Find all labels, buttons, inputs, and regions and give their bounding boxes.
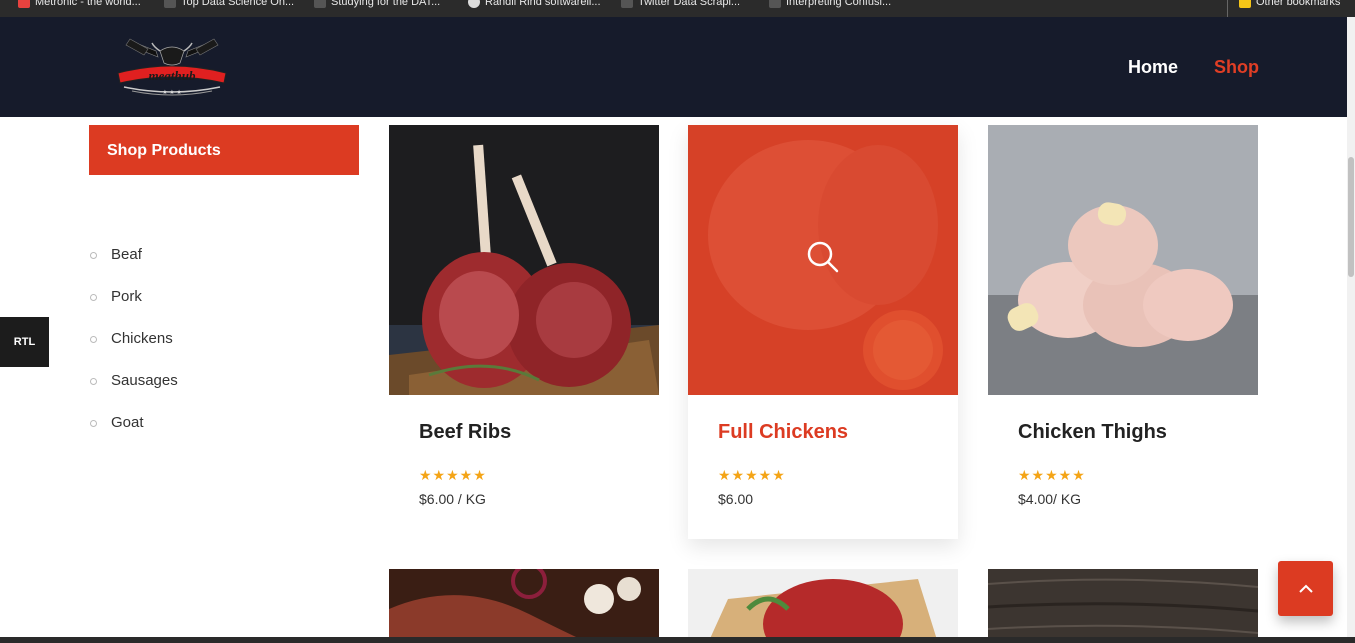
scrollbar-thumb[interactable] bbox=[1348, 157, 1354, 277]
bookmark-icon bbox=[164, 0, 176, 8]
category-list: Beaf Pork Chickens Sausages Goat bbox=[89, 246, 178, 456]
search-icon[interactable] bbox=[806, 240, 840, 274]
nav-home[interactable]: Home bbox=[1128, 57, 1178, 78]
beef-ribs-image[interactable] bbox=[389, 125, 659, 395]
svg-text:★ ★ ★: ★ ★ ★ bbox=[162, 89, 181, 96]
bookmark-icon bbox=[621, 0, 633, 8]
category-item-beaf[interactable]: Beaf bbox=[89, 246, 178, 288]
beef-cut-image[interactable] bbox=[688, 569, 958, 643]
bullet-icon bbox=[90, 336, 97, 343]
product-card[interactable]: Full Chickens ★★★★★ $6.00 bbox=[688, 125, 958, 539]
chevron-up-icon bbox=[1298, 584, 1313, 593]
product-name[interactable]: Beef Ribs bbox=[419, 421, 511, 444]
scroll-to-top-button[interactable] bbox=[1278, 561, 1333, 616]
rating-stars: ★★★★★ bbox=[419, 467, 487, 483]
category-item-goat[interactable]: Goat bbox=[89, 414, 178, 456]
other-bookmarks[interactable]: Other bookmarks bbox=[1239, 0, 1340, 10]
bookmarks-divider bbox=[1227, 0, 1228, 17]
bullet-icon bbox=[90, 252, 97, 259]
category-item-pork[interactable]: Pork bbox=[89, 288, 178, 330]
bookmark-item[interactable]: Interpreting Confusi... bbox=[769, 0, 891, 10]
metronic-icon bbox=[18, 0, 30, 8]
bookmarks-bar: Metronic - the world... Top Data Science… bbox=[0, 0, 1355, 17]
bookmark-item[interactable]: Metronic - the world... bbox=[18, 0, 141, 10]
brand-text: meathub bbox=[149, 68, 196, 83]
category-item-chickens[interactable]: Chickens bbox=[89, 330, 178, 372]
meathub-logo: meathub ★ ★ ★ bbox=[117, 38, 227, 96]
bookmark-item[interactable]: Studying for the DAT... bbox=[314, 0, 440, 10]
bullet-icon bbox=[90, 294, 97, 301]
nav-shop[interactable]: Shop bbox=[1214, 57, 1259, 78]
bullet-icon bbox=[90, 378, 97, 385]
site-header: meathub ★ ★ ★ Home Shop bbox=[0, 17, 1355, 117]
rating-stars: ★★★★★ bbox=[1018, 467, 1086, 483]
bookmark-icon bbox=[314, 0, 326, 8]
site-logo[interactable]: meathub ★ ★ ★ bbox=[108, 37, 236, 99]
globe-icon bbox=[468, 0, 480, 8]
category-item-sausages[interactable]: Sausages bbox=[89, 372, 178, 414]
product-card[interactable]: Chicken Thighs ★★★★★ $4.00/ KG bbox=[988, 125, 1258, 539]
bullet-icon bbox=[90, 420, 97, 427]
product-name[interactable]: Chicken Thighs bbox=[1018, 421, 1167, 444]
os-taskbar bbox=[0, 637, 1355, 643]
wood-board-image[interactable] bbox=[988, 569, 1258, 643]
rating-stars: ★★★★★ bbox=[718, 467, 786, 483]
folder-icon bbox=[1239, 0, 1251, 8]
bookmark-icon bbox=[769, 0, 781, 8]
product-card[interactable]: Beef Ribs ★★★★★ $6.00 / KG bbox=[389, 125, 659, 539]
product-price: $6.00 / KG bbox=[419, 491, 486, 507]
chicken-thighs-image[interactable] bbox=[988, 125, 1258, 395]
rtl-toggle-button[interactable]: RTL bbox=[0, 317, 49, 367]
product-price: $4.00/ KG bbox=[1018, 491, 1082, 507]
bookmark-item[interactable]: Randii Rind softwarell... bbox=[468, 0, 601, 10]
product-name[interactable]: Full Chickens bbox=[718, 421, 848, 444]
product-price: $6.00 bbox=[718, 491, 754, 507]
page-scrollbar[interactable] bbox=[1347, 17, 1355, 643]
bookmark-item[interactable]: Twitter Data Scrapi... bbox=[621, 0, 740, 10]
bookmark-item[interactable]: Top Data Science On... bbox=[164, 0, 294, 10]
shop-products-heading: Shop Products bbox=[89, 125, 359, 175]
sausages-image[interactable] bbox=[389, 569, 659, 643]
full-chicken-image[interactable] bbox=[688, 125, 958, 395]
